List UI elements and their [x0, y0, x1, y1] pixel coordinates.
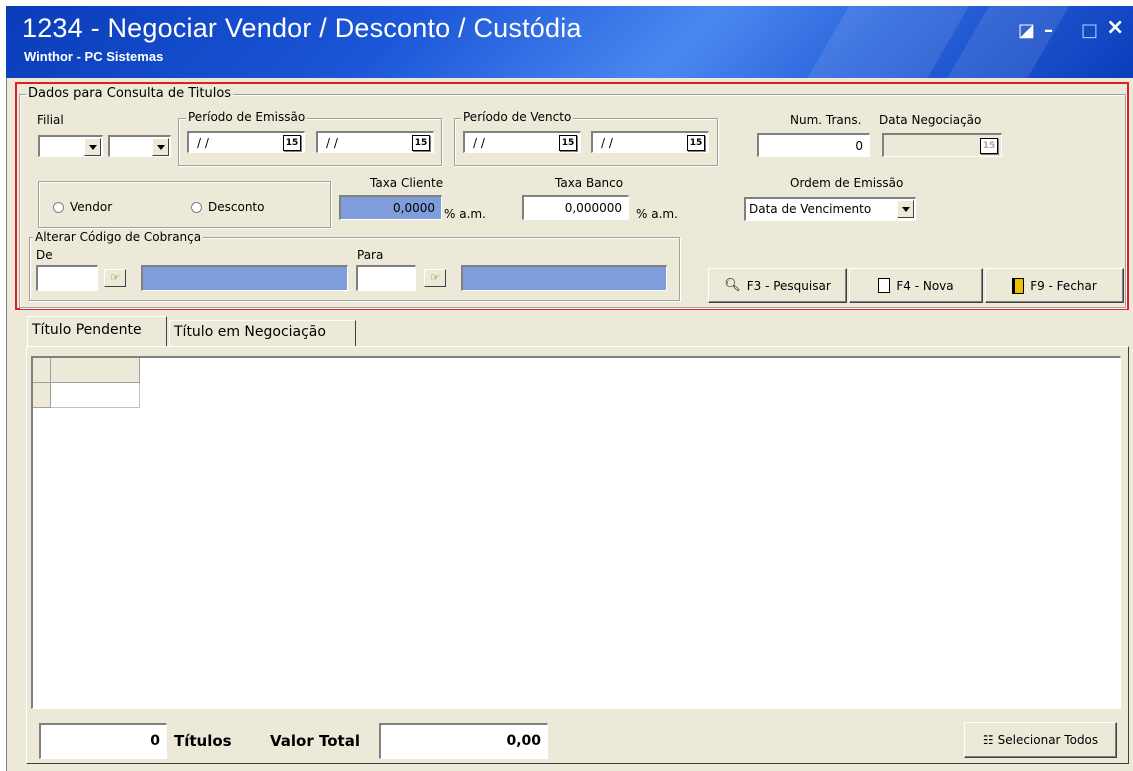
vencto-end-value: / /: [601, 136, 613, 150]
calendar-icon[interactable]: 15: [283, 135, 301, 151]
fechar-button[interactable]: F9 - Fechar: [985, 268, 1124, 303]
filial-select[interactable]: [38, 135, 103, 157]
titulos-grid[interactable]: [31, 356, 1121, 709]
calendar-icon[interactable]: 15: [559, 135, 577, 151]
vencto-legend: Período de Vencto: [461, 110, 574, 124]
calendar-icon[interactable]: 15: [980, 138, 998, 154]
chevron-down-icon[interactable]: [84, 138, 101, 156]
para-description-field: [461, 265, 667, 291]
magnifier-icon: 🔍︎: [724, 278, 741, 293]
window-subtitle: Winthor - PC Sistemas: [24, 49, 164, 64]
taxa-banco-label: Taxa Banco: [555, 176, 624, 190]
tab-titulo-negociacao[interactable]: Título em Negociação: [169, 320, 356, 346]
restore-icon[interactable]: ◪: [1018, 22, 1035, 40]
valor-total-label: Valor Total: [270, 732, 360, 750]
de-code-field[interactable]: [36, 265, 98, 291]
vencto-end-field[interactable]: / / 15: [591, 131, 709, 153]
selecionar-todos-label: Selecionar Todos: [997, 733, 1099, 747]
taxa-banco-field[interactable]: 0,000000: [522, 195, 629, 220]
num-trans-label: Num. Trans.: [790, 113, 862, 127]
emissao-end-value: / /: [326, 136, 338, 150]
taxa-cliente-unit: % a.m.: [444, 207, 486, 221]
taxa-banco-value: 0,000000: [564, 201, 622, 215]
maximize-icon[interactable]: □: [1081, 22, 1098, 40]
vencto-start-value: / /: [473, 136, 485, 150]
cobranca-legend: Alterar Código de Cobrança: [33, 230, 204, 244]
pointer-hand-icon[interactable]: ☞: [104, 269, 126, 287]
ordem-emissao-label: Ordem de Emissão: [790, 176, 904, 190]
window-title: 1234 - Negociar Vendor / Desconto / Cust…: [22, 13, 582, 43]
num-trans-field[interactable]: 0: [757, 133, 870, 157]
new-document-icon: [878, 278, 891, 293]
ordem-emissao-select[interactable]: Data de Vencimento: [744, 197, 916, 221]
de-description-field: [141, 265, 348, 291]
fechar-label: F9 - Fechar: [1030, 278, 1097, 293]
desconto-label: Desconto: [208, 200, 265, 214]
grid-cell[interactable]: [51, 383, 140, 408]
pesquisar-label: F3 - Pesquisar: [746, 278, 831, 293]
minimize-icon[interactable]: –: [1044, 22, 1053, 40]
vencto-start-field[interactable]: / / 15: [463, 131, 581, 153]
filial-secondary-select[interactable]: [108, 135, 171, 157]
select-all-icon: ☷: [982, 733, 994, 747]
nova-button[interactable]: F4 - Nova: [849, 268, 983, 303]
emissao-end-field[interactable]: / / 15: [316, 131, 434, 153]
chevron-down-icon[interactable]: [897, 200, 914, 218]
emissao-start-field[interactable]: / / 15: [187, 131, 305, 153]
nova-label: F4 - Nova: [896, 278, 954, 293]
grid-row-indicator[interactable]: [33, 383, 51, 408]
valor-total-field: 0,00: [379, 723, 548, 759]
calendar-icon[interactable]: 15: [412, 135, 430, 151]
vendor-radio[interactable]: [53, 202, 64, 213]
calendar-icon[interactable]: 15: [687, 135, 705, 151]
de-label: De: [36, 248, 53, 262]
data-negociacao-label: Data Negociação: [879, 113, 982, 127]
titulos-count-value: 0: [150, 733, 160, 749]
para-code-field[interactable]: [356, 265, 416, 291]
grid-header-cell[interactable]: [51, 358, 140, 383]
titulos-count-field: 0: [39, 723, 167, 759]
tab-titulo-pendente[interactable]: Título Pendente: [27, 316, 167, 346]
filial-label: Filial: [37, 113, 64, 127]
taxa-cliente-label: Taxa Cliente: [370, 176, 444, 190]
taxa-cliente-field[interactable]: 0,0000: [339, 195, 442, 220]
num-trans-value: 0: [855, 139, 863, 153]
desconto-radio[interactable]: [191, 202, 202, 213]
para-label: Para: [357, 248, 384, 262]
close-icon[interactable]: ×: [1106, 17, 1124, 39]
emissao-start-value: / /: [197, 136, 209, 150]
consulta-legend: Dados para Consulta de Titulos: [26, 86, 234, 101]
vendor-label: Vendor: [70, 200, 113, 214]
ordem-emissao-value: Data de Vencimento: [749, 202, 872, 216]
taxa-banco-unit: % a.m.: [636, 207, 678, 221]
pesquisar-button[interactable]: 🔍︎ F3 - Pesquisar: [708, 268, 847, 303]
valor-total-value: 0,00: [506, 733, 541, 749]
exit-door-icon: [1012, 277, 1025, 294]
pointer-hand-icon[interactable]: ☞: [424, 269, 446, 287]
chevron-down-icon[interactable]: [152, 138, 169, 156]
emissao-legend: Período de Emissão: [186, 110, 308, 124]
grid-corner-cell: [33, 358, 51, 383]
titulos-label: Títulos: [174, 732, 232, 750]
taxa-cliente-value: 0,0000: [393, 201, 435, 215]
selecionar-todos-button[interactable]: ☷ Selecionar Todos: [964, 722, 1117, 758]
data-negociacao-field: 15: [882, 133, 1002, 157]
